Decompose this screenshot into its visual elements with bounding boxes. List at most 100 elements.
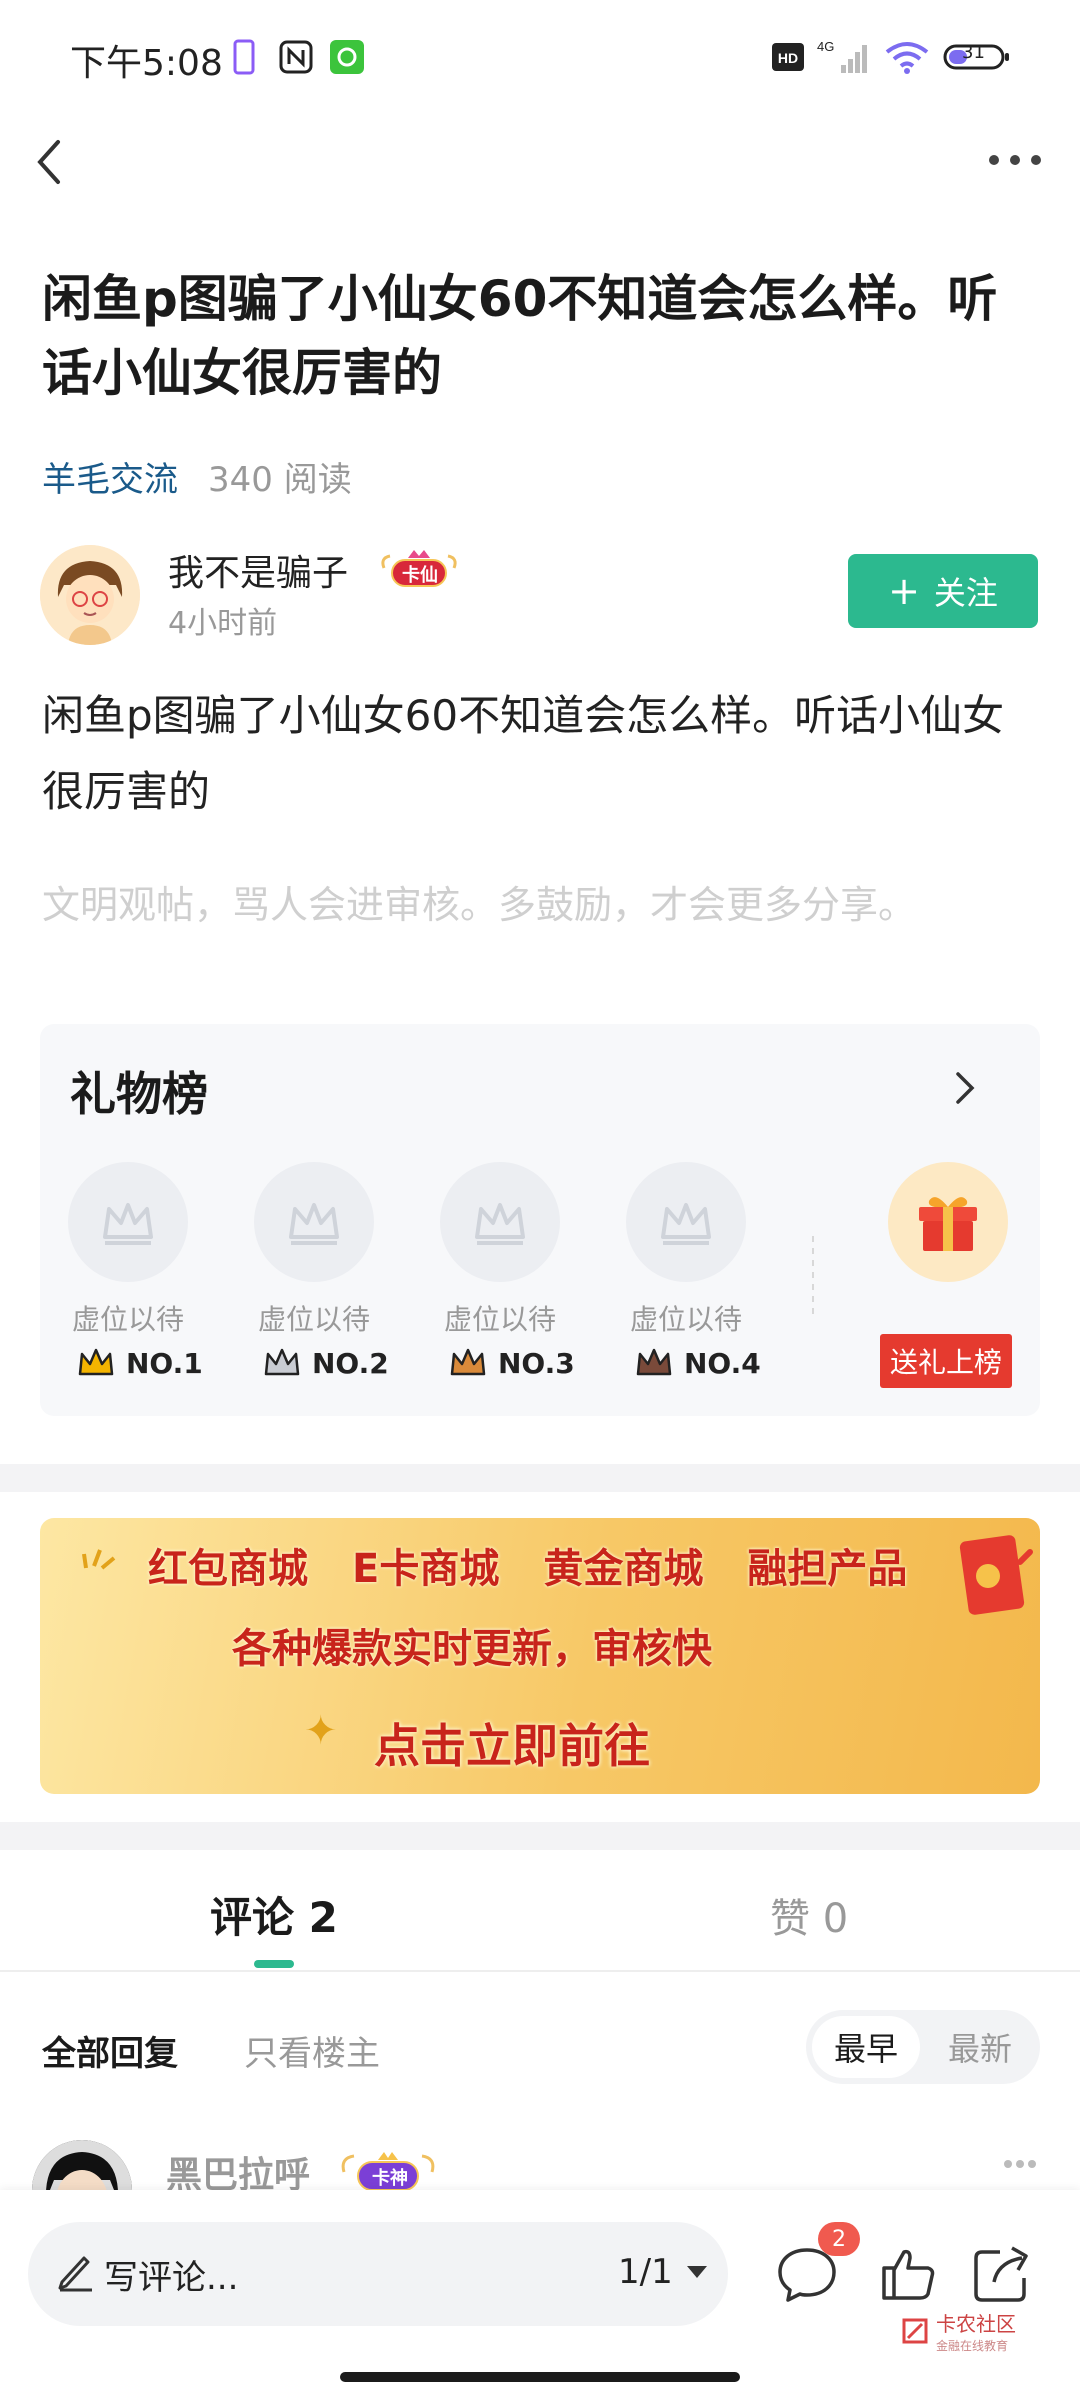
section-separator bbox=[0, 1464, 1080, 1492]
page-selector[interactable]: 1/1 bbox=[618, 2252, 709, 2292]
rank-label: NO.4 bbox=[684, 1346, 761, 1380]
gift-divider bbox=[812, 1236, 814, 1316]
crown-placeholder-icon bbox=[661, 1203, 711, 1245]
tab-divider bbox=[0, 1970, 1080, 1972]
logo-icon bbox=[902, 2318, 928, 2344]
filter-op-only[interactable]: 只看楼主 bbox=[244, 2026, 380, 2075]
post-title: 闲鱼p图骗了小仙女60不知道会怎么样。听话小仙女很厉害的 bbox=[42, 270, 998, 402]
gift-slot-label: 虚位以待 bbox=[443, 1303, 556, 1336]
like-button[interactable] bbox=[874, 2240, 940, 2306]
home-indicator[interactable] bbox=[340, 2372, 740, 2382]
pen-icon bbox=[54, 2250, 96, 2292]
plus-icon: + bbox=[888, 569, 920, 613]
banner-links-row: 红包商城 E卡商城 黄金商城 融担产品 bbox=[148, 1536, 907, 1594]
battery-level: 31 bbox=[962, 42, 985, 63]
gift-slot-3[interactable] bbox=[440, 1162, 560, 1282]
crown-placeholder-icon bbox=[289, 1203, 339, 1245]
more-dots-icon bbox=[1004, 2160, 1036, 2168]
chevron-left-icon bbox=[37, 140, 60, 184]
tab-likes[interactable]: 赞 0 bbox=[770, 1886, 848, 1944]
send-gift-icon-button[interactable] bbox=[888, 1162, 1008, 1282]
watermark: 卡农社区 金融在线教育 bbox=[900, 2308, 1016, 2354]
crown-placeholder-icon bbox=[475, 1203, 525, 1245]
rank-no3: NO.3 bbox=[448, 1346, 575, 1380]
banner-cta[interactable]: 点击立即前往 bbox=[374, 1710, 650, 1776]
more-options-button[interactable] bbox=[980, 130, 1050, 190]
caret-down-icon bbox=[686, 2266, 707, 2278]
category-link[interactable]: 羊毛交流 bbox=[42, 452, 178, 501]
dark-crown-icon bbox=[636, 1348, 672, 1376]
chevron-right-icon bbox=[956, 1072, 975, 1104]
tab-indicator bbox=[254, 1960, 294, 1968]
gift-slot-1[interactable] bbox=[68, 1162, 188, 1282]
post-meta: 羊毛交流 340 阅读 bbox=[42, 452, 352, 501]
red-envelope-icon bbox=[958, 1532, 1034, 1620]
svg-text:HD: HD bbox=[778, 50, 798, 66]
post-body: 闲鱼p图骗了小仙女60不知道会怎么样。听话小仙女很厉害的 bbox=[42, 691, 1005, 816]
follow-label: 关注 bbox=[933, 574, 998, 612]
signal-icon: 4G bbox=[814, 38, 874, 76]
gift-slot-label: 虚位以待 bbox=[257, 1303, 370, 1336]
thumbs-up-icon bbox=[882, 2249, 935, 2300]
watermark-subtext: 金融在线教育 bbox=[936, 2339, 1009, 2353]
comment-input-placeholder[interactable]: 写评论... bbox=[104, 2250, 238, 2299]
commenter-level-badge: 卡神 bbox=[338, 2150, 438, 2194]
rank-no2: NO.2 bbox=[262, 1346, 389, 1380]
author-avatar[interactable] bbox=[40, 545, 140, 645]
watermark-text: 卡农社区 bbox=[936, 2312, 1016, 2336]
filter-all-replies[interactable]: 全部回复 bbox=[42, 2026, 178, 2075]
share-button[interactable] bbox=[970, 2240, 1036, 2306]
sparkle-icon: ✦ bbox=[304, 1708, 338, 1754]
send-gift-button[interactable]: 送礼上榜 bbox=[880, 1334, 1012, 1388]
rank-no4: NO.4 bbox=[634, 1346, 761, 1380]
back-button[interactable] bbox=[24, 120, 94, 200]
rank-label: NO.3 bbox=[498, 1346, 575, 1380]
gift-box-icon bbox=[919, 1197, 977, 1251]
status-bar: 下午5:08 HD 4G 31 bbox=[0, 0, 1080, 120]
civility-hint: 文明观帖，骂人会进审核。多鼓励，才会更多分享。 bbox=[42, 883, 917, 927]
read-count: 340 阅读 bbox=[208, 460, 352, 500]
section-separator bbox=[0, 1822, 1080, 1850]
commenter-badge-text: 卡神 bbox=[372, 2168, 408, 2189]
author-level-badge: 卡仙 bbox=[378, 548, 460, 590]
comment-count-badge: 2 bbox=[818, 2222, 860, 2256]
rank-label: NO.2 bbox=[312, 1346, 389, 1380]
phone-icon bbox=[230, 38, 258, 76]
status-time: 下午5:08 bbox=[70, 43, 223, 84]
gift-slot-label: 虚位以待 bbox=[71, 1303, 184, 1336]
comment-more-button[interactable] bbox=[1000, 2154, 1040, 2174]
gold-crown-icon bbox=[78, 1348, 114, 1376]
sort-newest[interactable]: 最新 bbox=[930, 2016, 1030, 2078]
rank-label: NO.1 bbox=[126, 1346, 203, 1380]
more-dots-icon bbox=[989, 155, 1041, 165]
banner-link-gold[interactable]: 黄金商城 bbox=[543, 1536, 703, 1594]
sort-earliest[interactable]: 最早 bbox=[812, 2016, 920, 2078]
hd-icon: HD bbox=[770, 38, 806, 76]
gift-slot-4[interactable] bbox=[626, 1162, 746, 1282]
crown-placeholder-icon bbox=[103, 1203, 153, 1245]
rank-no1: NO.1 bbox=[76, 1346, 203, 1380]
banner-link-hongbao[interactable]: 红包商城 bbox=[148, 1536, 308, 1594]
banner-subtitle: 各种爆款实时更新，审核快 bbox=[232, 1626, 712, 1672]
share-icon bbox=[974, 2246, 1028, 2302]
author-badge-text: 卡仙 bbox=[402, 565, 438, 586]
page-indicator: 1/1 bbox=[618, 2252, 673, 2292]
post-time: 4小时前 bbox=[168, 606, 278, 641]
banner-link-ecard[interactable]: E卡商城 bbox=[352, 1536, 499, 1594]
tab-comments[interactable]: 评论 2 bbox=[210, 1884, 338, 1945]
banner-link-rongdan[interactable]: 融担产品 bbox=[747, 1536, 907, 1594]
gift-slot-2[interactable] bbox=[254, 1162, 374, 1282]
svg-text:4G: 4G bbox=[817, 39, 834, 54]
battery-icon: 31 bbox=[942, 38, 1012, 76]
follow-button[interactable]: + 关注 bbox=[848, 554, 1038, 628]
gift-slot-label: 虚位以待 bbox=[629, 1303, 742, 1336]
gift-board-title: 礼物榜 bbox=[70, 1067, 208, 1121]
bronze-crown-icon bbox=[450, 1348, 486, 1376]
gift-board-more-button[interactable] bbox=[944, 1066, 984, 1110]
sparkle-mark-icon bbox=[80, 1540, 120, 1583]
silver-crown-icon bbox=[264, 1348, 300, 1376]
wifi-icon bbox=[882, 38, 932, 76]
nfc-icon bbox=[276, 38, 316, 76]
app-notification-icon bbox=[328, 38, 366, 76]
author-name[interactable]: 我不是骗子 bbox=[168, 544, 348, 596]
